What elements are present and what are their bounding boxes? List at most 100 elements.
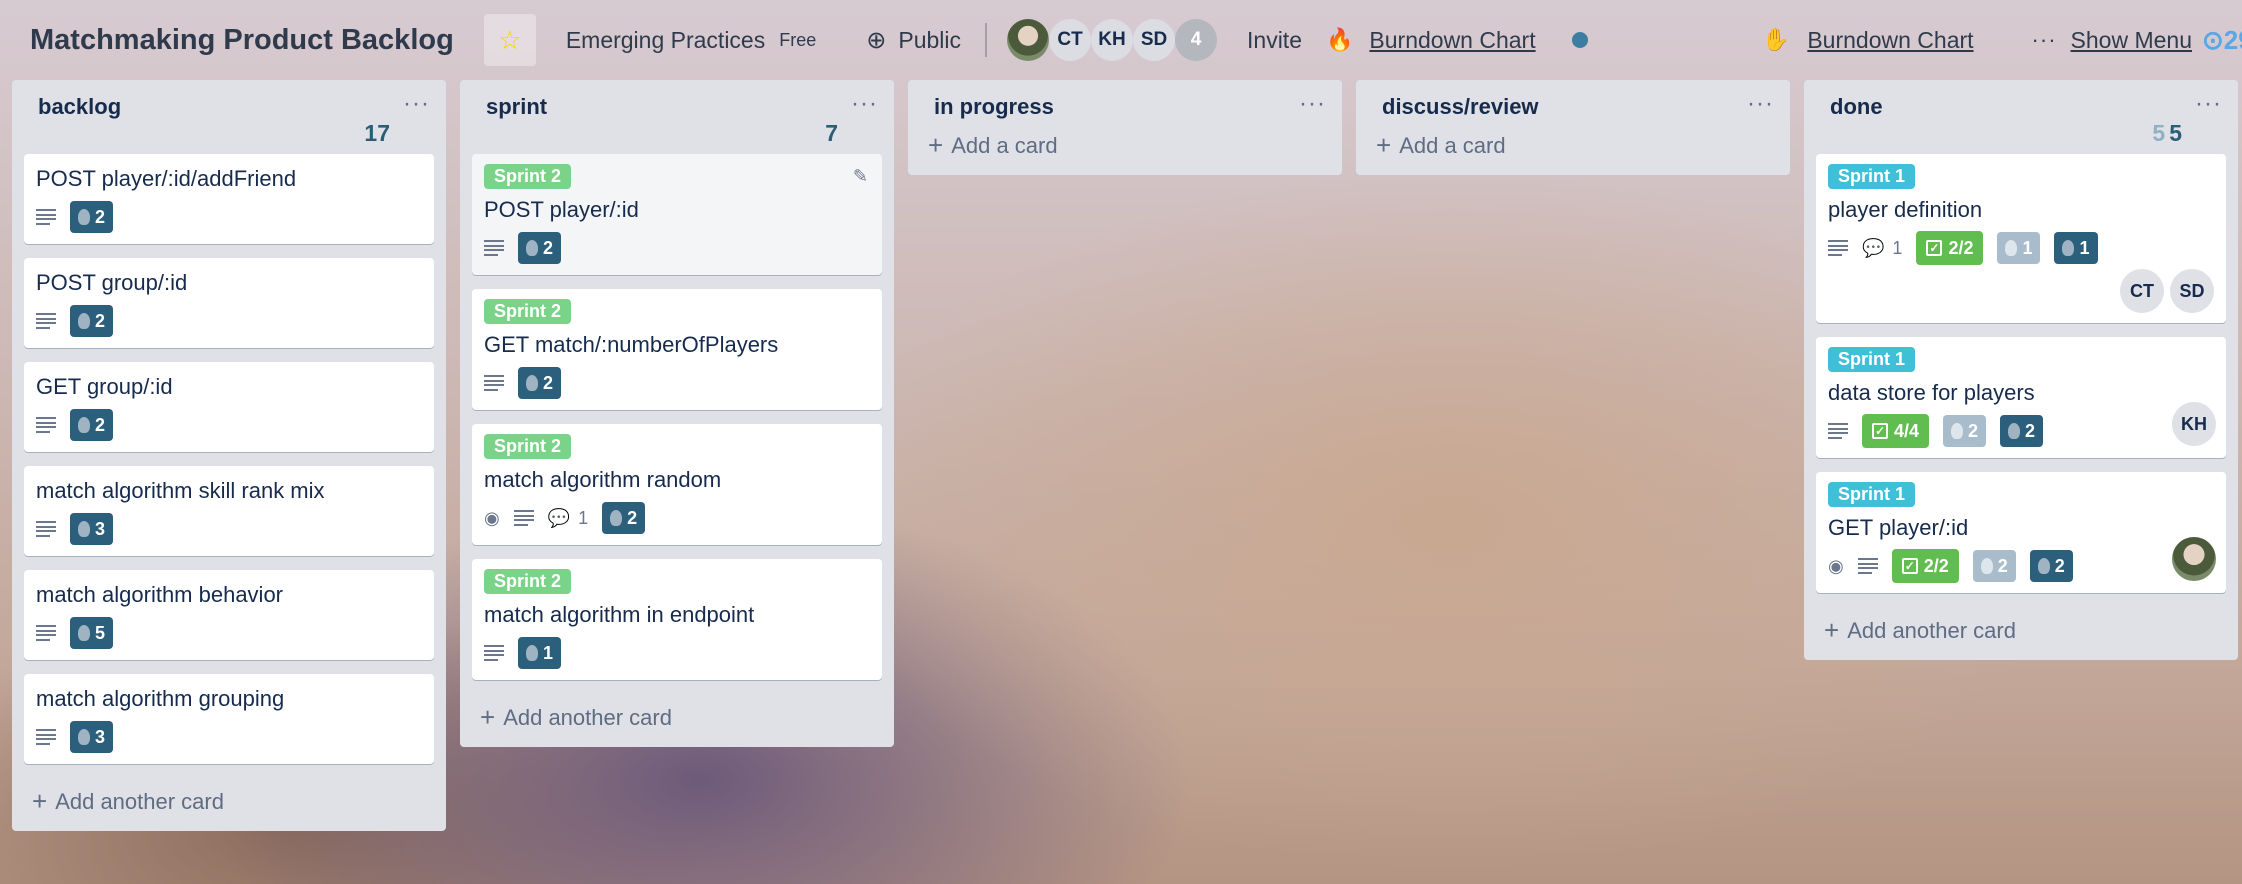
description-icon	[484, 375, 504, 391]
story-points-badge: 2	[2029, 550, 2073, 582]
list-title[interactable]: sprint	[486, 94, 547, 120]
story-points-estimate-badge: 2	[1943, 415, 1987, 447]
card[interactable]: Sprint 1 data store for players ✓ 4/4 2 2…	[1816, 337, 2226, 458]
story-points-badge: 2	[518, 232, 562, 264]
story-points-value: 2	[95, 206, 106, 227]
story-points-value: 2	[1997, 555, 2008, 576]
description-icon	[1857, 558, 1878, 574]
checklist-badge: ✓ 4/4	[1862, 414, 1930, 448]
bulb-icon	[78, 209, 90, 225]
lightbulb-icon[interactable]	[1571, 32, 1588, 48]
card[interactable]: Sprint 2 match algorithm in endpoint 1	[472, 559, 882, 680]
bulb-icon	[1951, 423, 1964, 439]
card-label: Sprint 2	[484, 164, 572, 189]
plus-icon: +	[32, 786, 48, 816]
story-points-estimate-badge: 1	[1997, 232, 2041, 264]
bulb-icon	[610, 510, 623, 526]
member-count[interactable]: 4	[1175, 19, 1218, 61]
list-menu-icon[interactable]: ···	[851, 90, 878, 118]
description-icon	[36, 313, 56, 329]
card-title: POST player/:id/addFriend	[36, 166, 297, 191]
story-points-value: 2	[95, 414, 106, 435]
story-points-estimate-badge: 2	[1972, 550, 2016, 582]
story-points-badge: 2	[70, 305, 114, 337]
card-title: match algorithm in endpoint	[484, 602, 755, 627]
list-menu-icon[interactable]: ···	[1299, 90, 1326, 118]
avatar-sd[interactable]: SD	[1133, 19, 1176, 61]
description-icon	[484, 645, 504, 661]
member-avatar-ct[interactable]: CT	[2120, 269, 2164, 313]
list-menu-icon[interactable]: ···	[2195, 90, 2222, 118]
list-points-total: 7	[825, 120, 838, 146]
card[interactable]: Sprint 2 ✎ POST player/:id 2	[472, 154, 882, 275]
visibility-label: Public	[898, 26, 962, 53]
card[interactable]: Sprint 2 match algorithm random ◉ 💬 1 2	[472, 424, 882, 545]
plan-badge: Free	[779, 29, 817, 50]
bulb-icon	[78, 417, 90, 433]
card[interactable]: Sprint 1 GET player/:id ◉ ✓ 2/2 2 2	[1816, 472, 2226, 593]
show-menu-button[interactable]: ··· Show Menu	[1974, 27, 2192, 54]
checkbox-icon: ✓	[1926, 240, 1943, 256]
story-points-badge: 2	[70, 409, 114, 441]
story-points-badge: 2	[602, 502, 646, 534]
add-card-button[interactable]: + Add a card	[920, 120, 1330, 161]
comment-icon: 💬	[1862, 237, 1885, 258]
counter-value: 29	[2223, 24, 2242, 55]
add-card-label: Add another card	[55, 788, 224, 814]
burndown-chart-button[interactable]: ✋ Burndown Chart	[1762, 27, 1974, 54]
card[interactable]: Sprint 2 GET match/:numberOfPlayers 2	[472, 289, 882, 410]
globe-icon: ⊕	[866, 26, 887, 54]
bulb-icon	[78, 729, 90, 745]
bulb-icon	[1980, 558, 1993, 574]
card[interactable]: GET group/:id 2	[24, 362, 434, 452]
burndown-powerup-button[interactable]: 🔥 Burndown Chart	[1326, 27, 1536, 54]
member-avatars: CT KH SD 4	[1007, 19, 1218, 61]
board-title[interactable]: Matchmaking Product Backlog	[30, 24, 454, 57]
add-card-button[interactable]: + Add another card	[24, 778, 434, 817]
comment-badge: 💬 1	[1862, 238, 1902, 259]
list-title[interactable]: backlog	[38, 94, 121, 120]
card-title: match algorithm random	[484, 467, 722, 492]
story-points-badge: 1	[2054, 232, 2098, 264]
member-avatar-sd[interactable]: SD	[2170, 269, 2214, 313]
checkbox-icon: ✓	[1901, 558, 1918, 574]
flame-icon: 🔥	[1326, 27, 1354, 52]
star-icon[interactable]: ☆	[483, 14, 536, 66]
bulb-icon	[2008, 423, 2021, 439]
list-menu-icon[interactable]: ···	[403, 90, 430, 118]
invite-button[interactable]: Invite	[1247, 27, 1302, 54]
card[interactable]: POST player/:id/addFriend 2	[24, 154, 434, 244]
add-card-button[interactable]: + Add a card	[1368, 120, 1778, 161]
story-points-value: 1	[543, 642, 554, 663]
member-avatar-photo[interactable]	[2172, 537, 2216, 581]
checklist-badge: ✓ 2/2	[1891, 549, 1959, 583]
card-title: player definition	[1828, 197, 1983, 222]
add-card-button[interactable]: + Add another card	[1816, 607, 2226, 646]
list-title[interactable]: in progress	[934, 94, 1054, 120]
team-name[interactable]: Emerging Practices	[566, 27, 765, 54]
avatar-photo[interactable]	[1007, 19, 1050, 61]
list-menu-icon[interactable]: ···	[1747, 90, 1774, 118]
card[interactable]: match algorithm behavior 5	[24, 570, 434, 660]
member-avatar-kh[interactable]: KH	[2172, 402, 2216, 446]
card[interactable]: Sprint 1 player definition 💬 1 ✓ 2/2 1 1 C…	[1816, 154, 2226, 323]
card-title: GET player/:id	[1828, 515, 1969, 540]
avatar-ct[interactable]: CT	[1049, 19, 1092, 61]
card[interactable]: POST group/:id 2	[24, 258, 434, 348]
description-icon	[1828, 423, 1848, 439]
burndown-label: Burndown Chart	[1369, 26, 1536, 53]
card[interactable]: match algorithm grouping 3	[24, 674, 434, 764]
edit-icon[interactable]: ✎	[853, 166, 868, 187]
story-points-value: 3	[95, 726, 106, 747]
plus-icon: +	[1824, 615, 1840, 645]
avatar-kh[interactable]: KH	[1091, 19, 1134, 61]
list-in-progress: in progress ··· + Add a card	[908, 80, 1342, 175]
story-points-value: 2	[2025, 420, 2036, 441]
list-title[interactable]: done	[1830, 94, 1883, 120]
card[interactable]: match algorithm skill rank mix 3	[24, 466, 434, 556]
story-points-badge: 3	[70, 721, 114, 753]
add-card-button[interactable]: + Add another card	[472, 694, 882, 733]
list-title[interactable]: discuss/review	[1382, 94, 1539, 120]
visibility-button[interactable]: ⊕ Public	[866, 26, 961, 55]
story-points-value: 2	[1968, 420, 1979, 441]
